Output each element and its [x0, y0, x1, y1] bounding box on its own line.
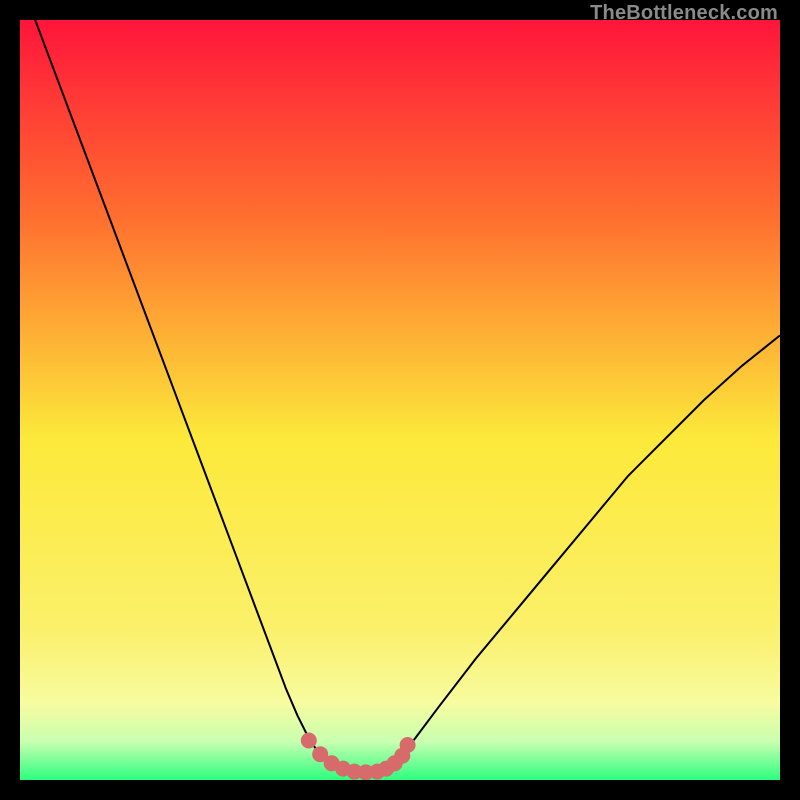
- trough-dot: [301, 733, 317, 749]
- plot-area: [20, 20, 780, 780]
- outer-frame: TheBottleneck.com: [0, 0, 800, 800]
- gradient-background: [20, 20, 780, 780]
- chart-svg: [20, 20, 780, 780]
- trough-dot: [400, 737, 416, 753]
- watermark-text: TheBottleneck.com: [590, 2, 778, 25]
